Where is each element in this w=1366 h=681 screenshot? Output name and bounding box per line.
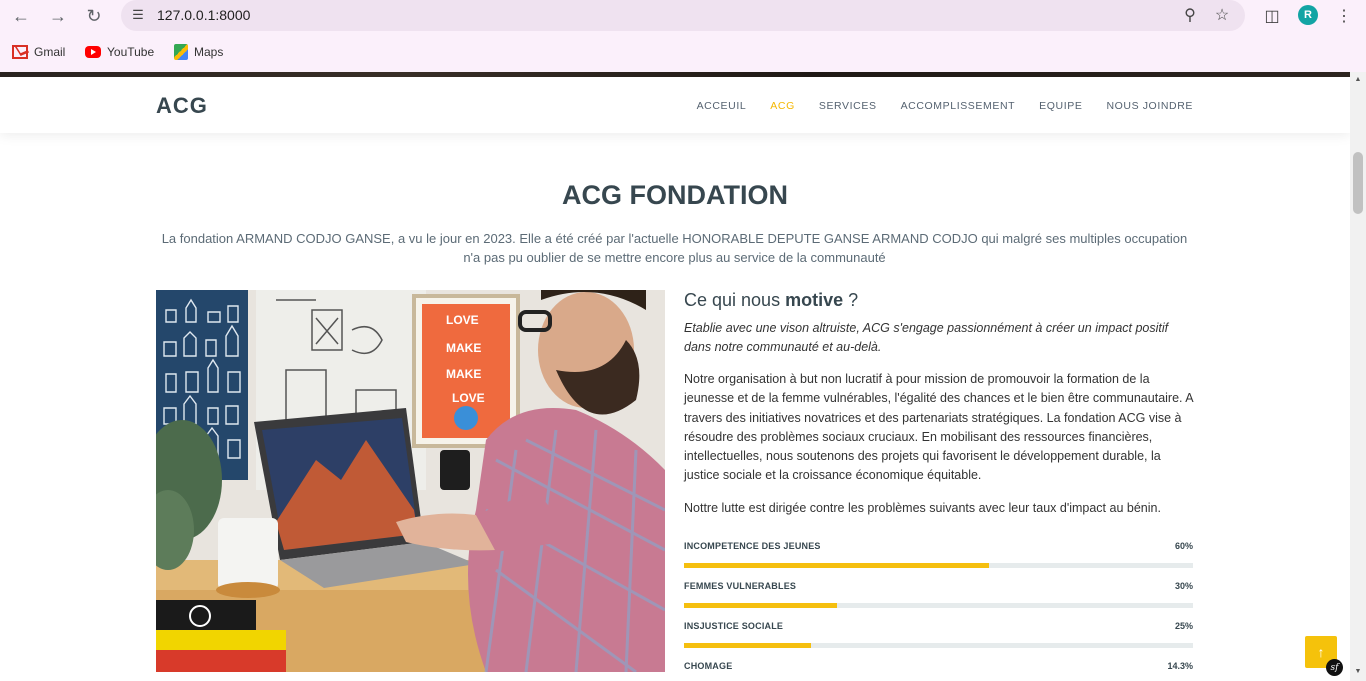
skill-label: FEMMES VULNERABLES [684,581,797,592]
about-photo: LOVE MAKE MAKE LOVE [156,290,665,672]
bookmark-label: YouTube [107,45,155,59]
svg-text:LOVE: LOVE [452,391,485,405]
bookmark-label: Gmail [34,45,66,59]
nav-accomplissement[interactable]: ACCOMPLISSEMENT [901,100,1016,112]
zoom-icon[interactable]: ⚲ [1179,4,1201,26]
gmail-icon [12,45,28,59]
bookmark-label: Maps [194,45,224,59]
progress-fill [684,603,837,609]
nav-services[interactable]: SERVICES [819,100,877,112]
scroll-down-arrow-icon[interactable]: ▼ [1354,668,1362,676]
progress-fill [684,563,990,569]
url-text[interactable]: 127.0.0.1:8000 [157,7,250,23]
nav-acg[interactable]: ACG [770,100,795,112]
bookmark-youtube[interactable]: YouTube [85,43,154,61]
about-content: Ce qui nous motive ? Etablie avec une vi… [684,290,1193,681]
skill-chomage: CHOMAGE 14.3% [684,661,1193,681]
skill-value: 30% [1174,581,1193,592]
nav-acceuil[interactable]: ACCEUIL [697,100,747,112]
lead-text: Etablie avec une vison altruiste, ACG s'… [684,321,1169,354]
section-title: ACG FONDATION [562,180,788,210]
site-info-icon[interactable]: ☰ [129,6,147,24]
address-bar[interactable]: ☰ 127.0.0.1:8000 ⚲ ☆ [121,0,1245,31]
bookmark-gmail[interactable]: Gmail [12,43,65,61]
nav-equipe[interactable]: EQUIPE [1039,100,1082,112]
page-scrollbar[interactable]: ▲ ▼ [1350,72,1366,681]
skill-injustice: INSJUSTICE SOCIALE 25% [684,621,1193,661]
nav-nous-joindre[interactable]: NOUS JOINDRE [1106,100,1193,112]
skill-value: 60% [1174,541,1193,552]
svg-text:MAKE: MAKE [446,341,481,355]
skill-value: 25% [1174,621,1193,632]
page-viewport: ACG ACCEUIL ACG SERVICES ACCOMPLISSEMENT… [0,72,1350,681]
back-arrow-icon[interactable]: ← [9,4,33,28]
side-panel-icon[interactable]: ◫ [1260,4,1284,28]
skill-femmes: FEMMES VULNERABLES 30% [684,581,1193,621]
skill-value: 14.3% [1167,661,1193,672]
skill-incompetence: INCOMPETENCE DES JEUNES 60% [684,541,1193,581]
skill-label: INSJUSTICE SOCIALE [684,621,784,632]
browser-toolbar: ← → ↻ ☰ 127.0.0.1:8000 ⚲ ☆ ◫ R ⋮ [0,0,1366,32]
site-header: ACG ACCEUIL ACG SERVICES ACCOMPLISSEMENT… [0,77,1350,133]
youtube-icon [85,46,101,58]
site-logo[interactable]: ACG [156,93,208,119]
motive-heading: Ce qui nous motive ? [684,290,859,310]
profile-avatar[interactable]: R [1298,5,1318,25]
scroll-up-arrow-icon[interactable]: ▲ [1354,76,1362,84]
section-description: La fondation ARMAND CODJO GANSE, a vu le… [161,231,1188,265]
scroll-thumb[interactable] [1353,152,1363,214]
bookmark-maps[interactable]: Maps [174,43,223,61]
maps-icon [174,44,188,60]
arrow-up-icon: ↑ [1317,644,1325,660]
reload-icon[interactable]: ↻ [82,4,106,28]
progress-fill [684,643,812,649]
problems-intro: Nottre lutte est dirigée contre les prob… [684,500,1161,515]
bookmark-star-icon[interactable]: ☆ [1211,4,1233,26]
symfony-toolbar-icon[interactable]: sf [1326,659,1343,676]
svg-text:MAKE: MAKE [446,367,481,381]
skill-label: CHOMAGE [684,661,733,672]
main-nav: ACCEUIL ACG SERVICES ACCOMPLISSEMENT EQU… [697,100,1193,112]
mission-paragraph: Notre organisation à but non lucratif à … [684,372,1193,483]
progress-track [684,563,1193,569]
progress-track [684,643,1193,649]
bookmarks-bar: Gmail YouTube Maps [0,32,1366,72]
progress-track [684,603,1193,609]
svg-text:LOVE: LOVE [446,313,479,327]
menu-kebab-icon[interactable]: ⋮ [1332,4,1356,28]
forward-arrow-icon[interactable]: → [46,4,70,28]
skill-label: INCOMPETENCE DES JEUNES [684,541,821,552]
